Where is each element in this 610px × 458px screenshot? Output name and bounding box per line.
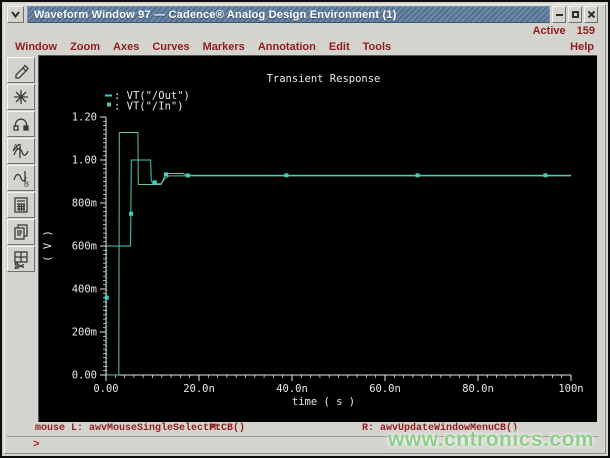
main-area: AB 0.00 200m 400m 600m 800m 1.00 1.20 0.00 20.0n… [7,55,607,422]
window-collapse-button[interactable] [7,6,24,23]
calculator-icon [14,197,28,213]
toolbar-copy-window-button[interactable] [7,219,35,245]
y-tick-label: 1.20 [72,112,97,124]
x-tick-label: 60.0n [369,383,401,395]
zoom-star-icon [14,90,28,104]
pen-tool-icon [15,64,29,79]
toolbar-calculator-button[interactable] [7,192,35,218]
watermark: www.cntronics.com [388,428,595,451]
series-out-point-marker[interactable] [163,172,168,177]
close-button[interactable] [584,6,598,23]
menubar: Window Zoom Axes Curves Markers Annotation Edi… [15,39,594,55]
toolbar: AB [7,57,37,272]
legend-entry-in: : VT("/In") [114,101,184,113]
toolbar-waveform-b-marker-button[interactable]: B [7,165,35,191]
title-row: Waveform Window 97 — Cadence® Analog Des… [7,6,598,23]
menu-edit[interactable]: Edit [329,41,350,53]
cut-window-icon [14,251,28,269]
x-tick-label: 80.0n [462,383,494,395]
x-tick-label: 100n [558,383,583,395]
y-tick-label: 400m [72,284,97,296]
x-tick-label: 40.0n [276,383,308,395]
menu-items: Window Zoom Axes Curves Markers Annotation Edi… [15,41,404,53]
maximize-icon [571,11,579,18]
y-tick-label: 600m [72,241,97,253]
waveform-b-marker-icon: B [13,171,29,189]
legend-symbol-in [107,102,111,107]
menu-curves[interactable]: Curves [152,41,189,53]
toolbar-cut-window-button[interactable] [7,246,35,272]
active-label: Active [532,24,566,37]
toolbar-arc-tool-button[interactable] [7,111,35,137]
y-tick-label: 1.00 [72,155,97,167]
series-out-point-marker[interactable] [415,173,420,178]
series-out-point-marker[interactable] [284,173,289,178]
y-axis-label: ( V ) [42,230,54,262]
titlebar[interactable]: Waveform Window 97 — Cadence® Analog Des… [27,6,550,23]
toolbar-zoom-star-button[interactable] [7,84,35,110]
series-out-point-marker[interactable] [129,211,134,216]
arc-tool-icon [13,118,29,131]
status-mouse-middle: M: [210,423,223,434]
y-tick-label: 800m [72,198,97,210]
y-tick-label: 200m [72,327,97,339]
chart-title: Transient Response [267,73,381,85]
toolbar-waveform-a-marker-button[interactable]: A [7,138,35,164]
menu-markers[interactable]: Markers [203,41,245,53]
active-row: Active 159 [7,23,595,38]
menu-window[interactable]: Window [15,41,57,53]
chart-canvas[interactable]: 0.00 200m 400m 600m 800m 1.00 1.20 0.00 20.0n 40.… [39,56,597,422]
series-out-line[interactable] [106,159,571,247]
waveform-a-marker-icon: A [12,143,29,158]
maximize-button[interactable] [568,6,582,23]
x-tick-label: 0.00 [93,383,118,395]
waveform-window: Waveform Window 97 — Cadence® Analog Des… [0,0,610,458]
prompt-character: > [33,439,40,451]
svg-text:A: A [13,143,19,152]
menu-axes[interactable]: Axes [113,41,139,53]
copy-window-icon [14,224,28,240]
toolbar-pen-tool-button[interactable] [7,57,35,83]
close-icon [587,10,595,19]
minimize-button[interactable] [552,6,566,23]
x-axis-label: time ( s ) [292,396,355,408]
series-out-point-marker[interactable] [152,180,157,185]
series-out-point-marker[interactable] [543,173,548,178]
plot-area: 0.00 200m 400m 600m 800m 1.00 1.20 0.00 20.0n 40.… [38,55,597,422]
menu-annotation[interactable]: Annotation [258,41,316,53]
series-out-initial-jump-point-marker[interactable] [104,295,109,300]
x-tick-label: 20.0n [183,383,215,395]
svg-text:B: B [24,180,29,189]
window-title: Waveform Window 97 — Cadence® Analog Des… [34,8,397,21]
series-in-line[interactable] [106,132,571,376]
menu-tools[interactable]: Tools [363,41,392,53]
y-tick-label: 0.00 [72,370,97,382]
active-count: 159 [576,24,595,37]
chevron-down-icon [11,11,20,19]
minimize-icon [555,13,563,16]
menu-help[interactable]: Help [570,41,594,53]
menu-zoom[interactable]: Zoom [70,41,100,53]
